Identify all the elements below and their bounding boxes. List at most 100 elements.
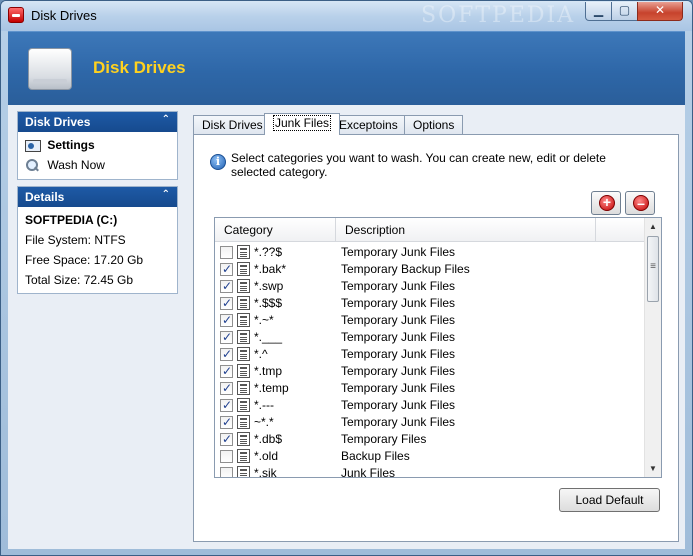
info-icon [210,154,226,170]
tab-control: Disk Drives Junk Files Exceptoins Option… [188,113,685,549]
info-text: Select categories you want to wash. You … [231,151,606,179]
table-row[interactable]: *.~* Temporary Junk Files [215,312,645,329]
category-cell: *.swp [254,279,284,293]
category-cell: *.tmp [254,364,283,378]
category-cell: *.db$ [254,432,283,446]
category-checkbox[interactable] [220,431,233,448]
category-checkbox[interactable] [220,278,233,295]
details-panel: Details ⌃ SOFTPEDIA (C:) File System: NT… [17,186,178,294]
minimize-icon: ▁ [593,3,604,17]
tab-exceptions[interactable]: Exceptoins [330,115,407,134]
table-row[interactable]: *.sik Junk Files [215,465,645,478]
category-cell: *.temp [254,381,289,395]
watermark: SOFTPEDIA [421,3,576,28]
maximize-button[interactable]: ▢ [611,2,638,21]
category-checkbox[interactable] [220,261,233,278]
file-type-icon [237,279,250,293]
table-row[interactable]: *.db$ Temporary Files [215,431,645,448]
drive-name: SOFTPEDIA (C:) [25,213,118,227]
content-area: Disk Drives ⌃ Settings Wash Now Details … [8,105,685,549]
table-row[interactable]: *.old Backup Files [215,448,645,465]
table-row[interactable]: *.temp Temporary Junk Files [215,380,645,397]
disk-drives-panel-title: Disk Drives [25,115,91,129]
tab-label: Options [413,118,455,132]
description-cell: Temporary Junk Files [341,279,456,293]
table-row[interactable]: *.??$ Temporary Junk Files [215,244,645,261]
category-checkbox[interactable] [220,312,233,329]
tab-label: Junk Files [273,115,332,131]
sidebar-item-label: Settings [47,138,95,152]
category-checkbox[interactable] [220,397,233,414]
table-row[interactable]: ~*.* Temporary Junk Files [215,414,645,431]
category-checkbox[interactable] [220,246,233,259]
category-checkbox[interactable] [220,363,233,380]
table-row[interactable]: *.--- Temporary Junk Files [215,397,645,414]
vertical-scrollbar[interactable]: ▲ ▼ [644,218,661,477]
file-type-icon [237,398,250,412]
category-checkbox[interactable] [220,346,233,363]
description-cell: Temporary Junk Files [341,330,456,344]
collapse-icon[interactable]: ⌃ [162,114,170,125]
list-rows: *.??$ Temporary Junk Files *.bak* Temporary… [215,244,645,478]
load-default-button[interactable]: Load Default [559,488,660,512]
category-cell: ~*.* [254,415,274,429]
category-cell: *.^ [254,347,268,361]
file-system: File System: NTFS [25,233,126,247]
minimize-button[interactable]: ▁ [585,2,612,21]
scroll-down-icon[interactable]: ▼ [645,460,661,477]
table-row[interactable]: *.bak* Temporary Backup Files [215,261,645,278]
remove-category-button[interactable] [625,191,655,215]
collapse-icon[interactable]: ⌃ [162,189,170,200]
file-type-icon [237,347,250,361]
description-cell: Temporary Junk Files [341,381,456,395]
file-type-icon [237,449,250,463]
category-cell: *.??$ [254,245,283,259]
main-window: Disk Drives SOFTPEDIA ▁ ▢ ✕ Disk Drives … [0,0,693,556]
settings-icon [25,139,41,152]
file-type-icon [237,432,250,446]
category-checkbox[interactable] [220,329,233,346]
sidebar-item-settings[interactable]: Settings [25,135,170,155]
tab-junk-files[interactable]: Junk Files [264,113,341,135]
magnifier-icon [25,158,39,173]
disk-drives-panel-header[interactable]: Disk Drives ⌃ [18,112,177,132]
tab-options[interactable]: Options [404,115,464,134]
column-header-category[interactable]: Category [215,218,336,242]
category-list[interactable]: Category Description *.??$ Temporary Junk… [214,217,662,478]
description-cell: Temporary Files [341,432,427,446]
category-cell: *.old [254,449,279,463]
details-panel-header[interactable]: Details ⌃ [18,187,177,207]
category-checkbox[interactable] [220,295,233,312]
category-checkbox[interactable] [220,450,233,463]
scroll-thumb[interactable] [647,236,659,302]
add-category-button[interactable] [591,191,621,215]
table-row[interactable]: *.swp Temporary Junk Files [215,278,645,295]
file-type-icon [237,466,250,477]
minus-icon [633,195,649,211]
tab-disk-drives[interactable]: Disk Drives [193,115,272,134]
category-checkbox[interactable] [220,414,233,431]
disk-drives-panel: Disk Drives ⌃ Settings Wash Now [17,111,178,180]
close-button[interactable]: ✕ [637,2,683,21]
file-type-icon [237,364,250,378]
plus-icon [599,194,615,211]
category-cell: *.bak* [254,262,287,276]
category-cell: *.~* [254,313,274,327]
title-bar[interactable]: Disk Drives SOFTPEDIA ▁ ▢ ✕ [1,1,692,31]
window-title: Disk Drives [31,8,97,23]
banner-title: Disk Drives [93,58,186,77]
scroll-up-icon[interactable]: ▲ [645,218,661,235]
column-header-description[interactable]: Description [336,218,596,242]
category-checkbox[interactable] [220,467,233,477]
category-checkbox[interactable] [220,380,233,397]
sidebar-item-wash-now[interactable]: Wash Now [25,155,170,175]
list-header: Category Description [215,218,645,242]
total-size: Total Size: 72.45 Gb [25,273,134,287]
file-type-icon [237,296,250,310]
table-row[interactable]: *.^ Temporary Junk Files [215,346,645,363]
description-cell: Junk Files [341,466,396,478]
table-row[interactable]: *.___ Temporary Junk Files [215,329,645,346]
table-row[interactable]: *.tmp Temporary Junk Files [215,363,645,380]
table-row[interactable]: *.$$$ Temporary Junk Files [215,295,645,312]
description-cell: Temporary Junk Files [341,398,456,412]
